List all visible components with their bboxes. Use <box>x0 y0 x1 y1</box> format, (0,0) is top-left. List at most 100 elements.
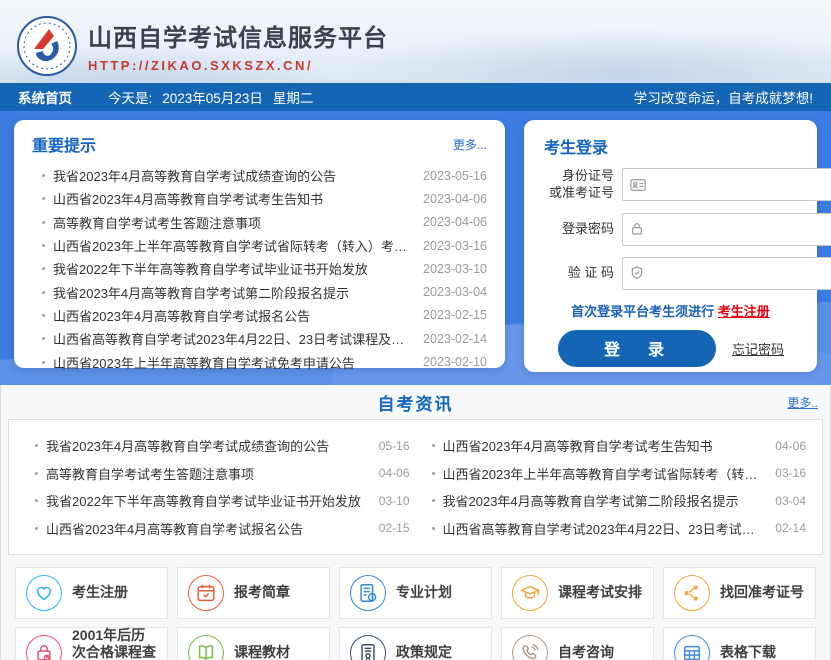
notice-link[interactable]: 山西省高等教育自学考试2023年4月22日、23日考试课程及时间 <box>53 329 411 348</box>
news-date: 02-14 <box>760 521 806 535</box>
news-box: 我省2023年4月高等教育自学考试成绩查询的公告05-16 高等教育自学考试考生… <box>8 419 823 555</box>
notice-item: 我省2023年4月高等教育自学考试第二阶段报名提示2023-03-04 <box>32 280 487 303</box>
news-column-left: 我省2023年4月高等教育自学考试成绩查询的公告05-16 高等教育自学考试考生… <box>19 432 416 542</box>
news-link[interactable]: 山西省2023年4月高等教育自学考试考生告知书 <box>443 436 761 455</box>
bullet-icon <box>42 361 45 364</box>
notice-link[interactable]: 高等教育自学考试考生答题注意事项 <box>53 213 411 232</box>
news-link[interactable]: 山西省2023年4月高等教育自学考试报名公告 <box>46 519 364 538</box>
notice-item: 山西省2023年上半年高等教育自学考试省际转考（转入）考生信息...2023-0… <box>32 234 487 257</box>
notices-more-link[interactable]: 更多... <box>453 136 487 153</box>
quick-link-exam-schedule[interactable]: 课程考试安排 <box>501 567 654 619</box>
notice-item: 高等教育自学考试考生答题注意事项2023-04-06 <box>32 211 487 234</box>
table-download-icon <box>674 635 710 660</box>
quick-link-major-plan[interactable]: 专业计划 <box>339 567 492 619</box>
notice-date: 2023-05-16 <box>411 169 487 183</box>
notice-item: 我省2022年下半年高等教育自学考试毕业证书开始发放2023-03-10 <box>32 257 487 280</box>
notice-date: 2023-03-10 <box>411 262 487 276</box>
bullet-icon <box>35 527 38 530</box>
retrieve-ticket-icon <box>674 575 710 611</box>
nav-weekday: 星期二 <box>273 91 314 106</box>
bullet-icon <box>42 314 45 317</box>
password-field-label: 登录密码 <box>544 221 614 238</box>
notice-date: 2023-03-16 <box>411 239 487 253</box>
site-logo-icon <box>16 15 78 77</box>
site-title: 山西自学考试信息服务平台 <box>88 18 388 53</box>
news-link[interactable]: 山西省高等教育自学考试2023年4月22日、23日考试课程及时间 <box>443 519 761 538</box>
news-date: 02-15 <box>364 521 410 535</box>
notice-link[interactable]: 我省2023年4月高等教育自学考试成绩查询的公告 <box>53 166 411 185</box>
news-more-link[interactable]: 更多.. <box>787 394 818 411</box>
news-date: 05-16 <box>364 439 410 453</box>
news-item: 我省2023年4月高等教育自学考试成绩查询的公告05-16 <box>25 432 410 460</box>
notice-list: 我省2023年4月高等教育自学考试成绩查询的公告2023-05-16 山西省20… <box>32 164 487 374</box>
bullet-icon <box>35 499 38 502</box>
bullet-icon <box>42 291 45 294</box>
notice-link[interactable]: 山西省2023年4月高等教育自学考试考生告知书 <box>53 189 411 208</box>
news-item: 山西省2023年4月高等教育自学考试考生告知书04-06 <box>422 432 807 460</box>
notice-link[interactable]: 山西省2023年上半年高等教育自学考试免考申请公告 <box>53 353 411 372</box>
news-link[interactable]: 我省2022年下半年高等教育自学考试毕业证书开始发放 <box>46 491 364 510</box>
notice-item: 我省2023年4月高等教育自学考试成绩查询的公告2023-05-16 <box>32 164 487 187</box>
book-icon <box>188 635 224 660</box>
nav-date-label: 今天是: <box>108 91 152 106</box>
news-link[interactable]: 我省2023年4月高等教育自学考试第二阶段报名提示 <box>443 491 761 510</box>
nav-slogan: 学习改变命运，自考成就梦想! <box>634 87 813 107</box>
quick-link-consult[interactable]: 自考咨询 <box>501 627 654 660</box>
notice-date: 2023-02-10 <box>411 355 487 369</box>
login-form: 身份证号 或准考证号 <box>544 168 797 367</box>
bullet-icon <box>432 472 435 475</box>
quick-link-policies[interactable]: 政策规定 <box>339 627 492 660</box>
bullet-icon <box>42 337 45 340</box>
quick-link-course-query-2001[interactable]: 2001年后历次合格课程查询 <box>15 627 168 660</box>
news-link[interactable]: 山西省2023年上半年高等教育自学考试省际转考（转入）考生信... <box>443 464 761 483</box>
notice-item: 山西省2023年4月高等教育自学考试报名公告2023-02-15 <box>32 304 487 327</box>
news-link[interactable]: 高等教育自学考试考生答题注意事项 <box>46 464 364 483</box>
navbar: 系统首页 今天是:2023年05月23日星期二 学习改变命运，自考成就梦想! <box>0 83 831 111</box>
notice-date: 2023-02-15 <box>411 308 487 322</box>
quick-link-register[interactable]: 考生注册 <box>15 567 168 619</box>
bullet-icon <box>35 444 38 447</box>
news-date: 03-04 <box>760 494 806 508</box>
notice-date: 2023-04-06 <box>411 215 487 229</box>
bullet-icon <box>432 527 435 530</box>
notice-date: 2023-04-06 <box>411 192 487 206</box>
news-title: 自考资讯 <box>378 390 454 415</box>
quick-link-retrieve-ticket[interactable]: 找回准考证号 <box>663 567 816 619</box>
policy-document-icon <box>350 635 386 660</box>
quick-link-textbooks[interactable]: 课程教材 <box>177 627 330 660</box>
news-item: 山西省2023年4月高等教育自学考试报名公告02-15 <box>25 515 410 543</box>
register-hint: 首次登录平台考生须进行 考生注册 <box>544 301 797 320</box>
bullet-icon <box>42 267 45 270</box>
forgot-password-link[interactable]: 忘记密码 <box>732 339 784 358</box>
bullet-icon <box>42 244 45 247</box>
bullet-icon <box>432 499 435 502</box>
captcha-input[interactable] <box>650 258 826 289</box>
news-item: 我省2023年4月高等教育自学考试第二阶段报名提示03-04 <box>422 487 807 515</box>
bullet-icon <box>42 174 45 177</box>
notice-item: 山西省高等教育自学考试2023年4月22日、23日考试课程及时间2023-02-… <box>32 327 487 350</box>
hero-section: 重要提示 更多... 我省2023年4月高等教育自学考试成绩查询的公告2023-… <box>0 111 831 385</box>
quick-link-guide[interactable]: 报考简章 <box>177 567 330 619</box>
notice-link[interactable]: 山西省2023年4月高等教育自学考试报名公告 <box>53 306 411 325</box>
site-header: 山西自学考试信息服务平台 HTTP://ZIKAO.SXKSZX.CN/ <box>0 0 831 83</box>
notice-link[interactable]: 我省2023年4月高等教育自学考试第二阶段报名提示 <box>53 283 411 302</box>
login-title: 考生登录 <box>544 134 608 158</box>
news-link[interactable]: 我省2023年4月高等教育自学考试成绩查询的公告 <box>46 436 364 455</box>
site-url: HTTP://ZIKAO.SXKSZX.CN/ <box>88 58 388 73</box>
notice-date: 2023-02-14 <box>411 332 487 346</box>
notice-link[interactable]: 我省2022年下半年高等教育自学考试毕业证书开始发放 <box>53 259 411 278</box>
nav-date: 今天是:2023年05月23日星期二 <box>108 87 323 107</box>
nav-home-link[interactable]: 系统首页 <box>18 87 72 107</box>
quick-link-forms-download[interactable]: 表格下载 <box>663 627 816 660</box>
news-date: 03-16 <box>760 466 806 480</box>
password-input[interactable] <box>650 214 826 245</box>
notice-link[interactable]: 山西省2023年上半年高等教育自学考试省际转考（转入）考生信息... <box>53 236 411 255</box>
register-link[interactable]: 考生注册 <box>718 304 770 319</box>
news-date: 03-10 <box>364 494 410 508</box>
notice-item: 山西省2023年4月高等教育自学考试考生告知书2023-04-06 <box>32 187 487 210</box>
notices-title: 重要提示 <box>32 132 96 156</box>
lock-query-icon <box>26 635 62 660</box>
news-date: 04-06 <box>364 466 410 480</box>
id-number-input[interactable] <box>652 169 828 200</box>
login-button[interactable]: 登 录 <box>558 330 716 367</box>
